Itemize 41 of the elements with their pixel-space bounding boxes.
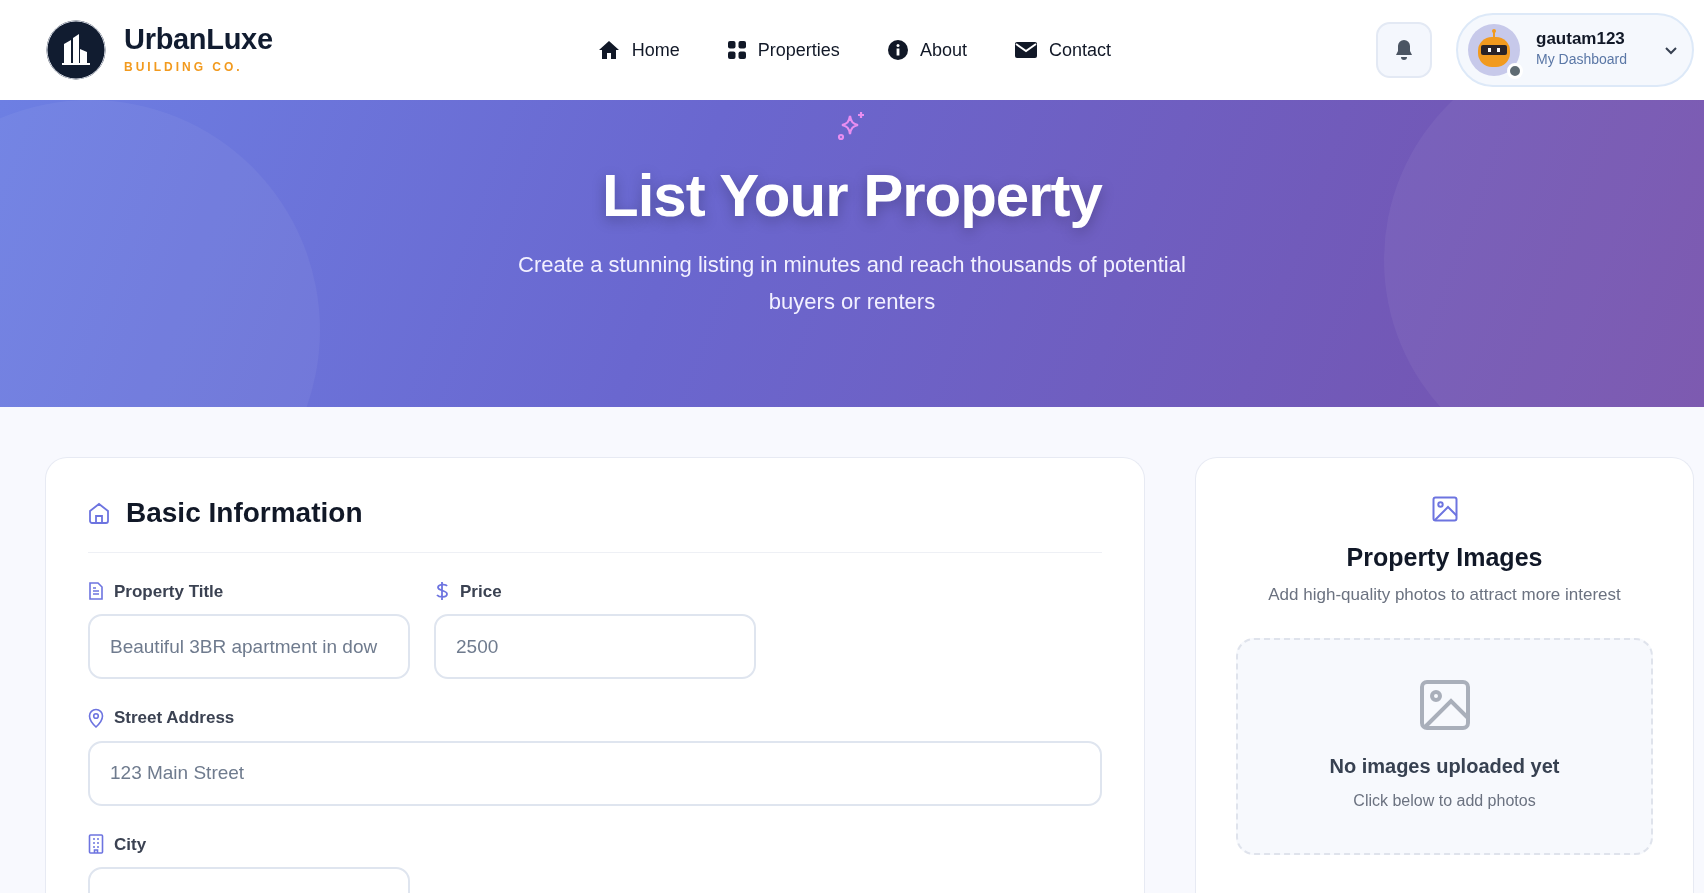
input-field[interactable]: 2500 [434, 614, 756, 680]
grid-icon [727, 41, 746, 59]
nav-link[interactable]: Home [587, 30, 690, 70]
location-pin-icon [88, 707, 104, 728]
robot-avatar-icon [1468, 24, 1520, 76]
image-icon [1418, 679, 1471, 732]
user-subtitle: My Dashboard [1536, 49, 1629, 69]
hero-subtitle: Create a stunning listing in minutes and reach thousands of potential buyers or renters [517, 251, 1187, 317]
image-icon [1431, 496, 1458, 522]
hero-title: List Your Property [602, 161, 1102, 231]
logo-icon[interactable] [44, 18, 108, 82]
field-label: Street Address [114, 707, 235, 730]
home-icon [88, 501, 110, 524]
section-title: Basic Information [126, 496, 363, 530]
chevron-down-icon [1664, 45, 1678, 55]
document-icon [88, 582, 104, 601]
empty-state-title: No images uploaded yet [1329, 754, 1560, 780]
upload-drop-zone[interactable]: No images uploaded yet Click below to add photos [1236, 637, 1653, 855]
input-field[interactable]: Beautiful 3BR apartment in dow [88, 614, 410, 680]
field-label: Price [460, 580, 502, 603]
nav-link[interactable]: Properties [717, 30, 850, 70]
user-name: gautam123 [1536, 30, 1626, 49]
dollar-icon [434, 581, 450, 602]
building-icon [88, 834, 104, 855]
brand-tagline: BUILDING CO. [124, 58, 244, 76]
field-label: City [114, 833, 147, 856]
images-title: Property Images [1346, 542, 1543, 572]
empty-state-hint: Click below to add photos [1353, 791, 1536, 812]
nav-link[interactable]: Contact [1004, 30, 1121, 70]
info-icon [887, 40, 908, 60]
bell-icon [1394, 39, 1414, 61]
images-subtitle: Add high-quality photos to attract more interest [1268, 584, 1621, 606]
status-dot [1507, 63, 1523, 79]
home-icon [597, 40, 620, 60]
notification-button[interactable] [1376, 22, 1432, 78]
field-label: Property Title [114, 580, 224, 603]
nav-link[interactable]: About [877, 30, 977, 70]
envelope-icon [1014, 42, 1037, 58]
input-field[interactable]: 123 Main Street [88, 740, 1102, 806]
brand-name: UrbanLuxe [124, 24, 273, 54]
user-menu[interactable]: gautam123 My Dashboard [1456, 13, 1694, 87]
